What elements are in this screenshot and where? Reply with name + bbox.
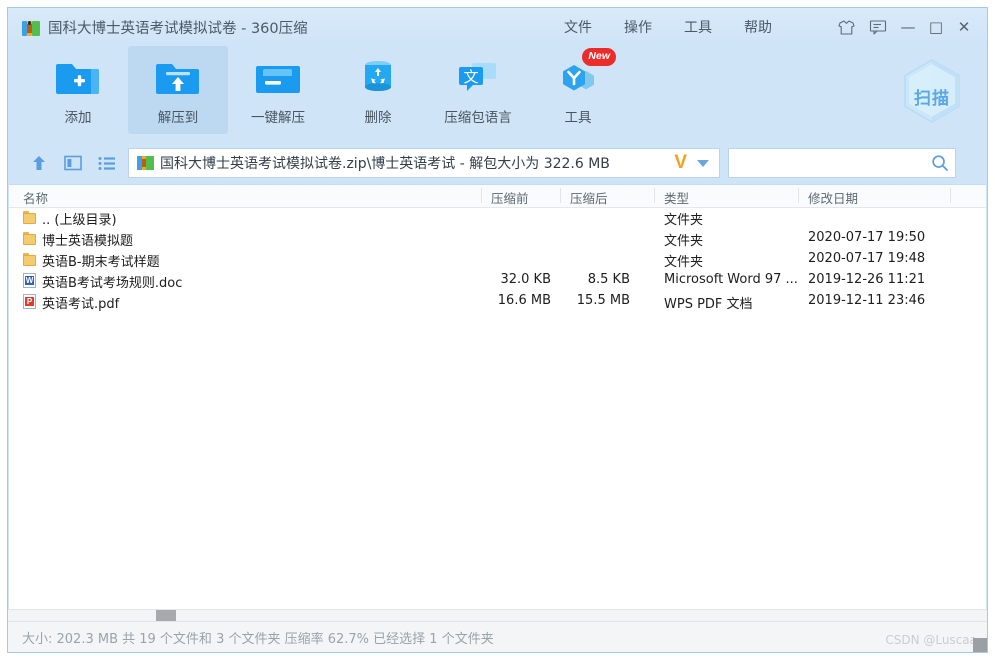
chevron-down-icon[interactable] bbox=[697, 159, 709, 167]
folder-icon bbox=[23, 211, 37, 224]
cell-type: 文件夹 bbox=[664, 213, 704, 228]
maximize-button[interactable]: □ bbox=[923, 13, 949, 41]
close-button[interactable]: ✕ bbox=[951, 13, 977, 41]
app-window: 国科大博士英语考试模拟试卷 - 360压缩 文件 操作 工具 帮助 — □ ✕ … bbox=[7, 7, 988, 653]
new-badge: New bbox=[582, 48, 616, 66]
column-modified[interactable]: 修改日期 bbox=[808, 188, 858, 207]
archive-book-icon bbox=[22, 19, 40, 36]
cell-name: 英语考试.pdf bbox=[42, 297, 120, 312]
word-icon: W bbox=[23, 273, 36, 288]
table-row[interactable]: P 英语考试.pdf 16.6 MB 15.5 MB WPS PDF 文档 20… bbox=[9, 292, 986, 312]
delete-button[interactable]: 删除 bbox=[328, 46, 428, 134]
extract-to-button[interactable]: 解压到 bbox=[128, 46, 228, 134]
up-arrow-icon[interactable] bbox=[26, 150, 52, 176]
cell-size-after: 15.5 MB bbox=[576, 293, 630, 308]
brand-mark: V bbox=[674, 152, 687, 173]
status-bar: 大小: 202.3 MB 共 19 个文件和 3 个文件夹 压缩率 62.7% … bbox=[8, 621, 987, 652]
list-view-icon[interactable] bbox=[94, 150, 120, 176]
cell-modified: 2020-07-17 19:48 bbox=[808, 251, 926, 266]
search-icon bbox=[932, 155, 948, 171]
tools-button-label: 工具 bbox=[564, 110, 592, 126]
title-left-group: 国科大博士英语考试模拟试卷 - 360压缩 bbox=[8, 17, 308, 38]
pdf-icon: P bbox=[23, 294, 36, 309]
menu-bar: 文件 操作 工具 帮助 bbox=[548, 8, 788, 46]
title-bar: 国科大博士英语考试模拟试卷 - 360压缩 文件 操作 工具 帮助 — □ ✕ bbox=[8, 8, 987, 46]
tools-button[interactable]: New 工具 bbox=[528, 46, 628, 134]
column-size-before[interactable]: 压缩前 bbox=[491, 188, 529, 207]
table-row[interactable]: 博士英语模拟题 文件夹 2020-07-17 19:50 bbox=[9, 229, 986, 249]
table-row[interactable]: 英语B-期末考试样题 文件夹 2020-07-17 19:48 bbox=[9, 250, 986, 270]
file-list-header: 名称 压缩前 压缩后 类型 修改日期 bbox=[9, 185, 986, 208]
column-name[interactable]: 名称 bbox=[23, 188, 48, 207]
table-row[interactable]: W 英语B考试考场规则.doc 32.0 KB 8.5 KB Microsoft… bbox=[9, 271, 986, 291]
add-button[interactable]: 添加 bbox=[28, 46, 128, 134]
title-bar-controls: — □ ✕ bbox=[831, 8, 977, 46]
cell-modified: 2020-07-17 19:50 bbox=[808, 230, 926, 245]
cell-name: 英语B考试考场规则.doc bbox=[42, 276, 183, 291]
cell-type: 文件夹 bbox=[664, 255, 704, 270]
folder-extract-icon bbox=[155, 54, 201, 102]
menu-help[interactable]: 帮助 bbox=[728, 13, 788, 41]
archive-language-button[interactable]: 文 压缩包语言 bbox=[428, 46, 528, 134]
window-title: 国科大博士英语考试模拟试卷 - 360压缩 bbox=[48, 20, 308, 37]
minimize-button[interactable]: — bbox=[895, 13, 921, 41]
menu-action[interactable]: 操作 bbox=[608, 13, 668, 41]
archive-language-label: 压缩包语言 bbox=[444, 110, 512, 126]
menu-tools[interactable]: 工具 bbox=[668, 13, 728, 41]
cell-size-after: 8.5 KB bbox=[587, 272, 630, 287]
status-text: 大小: 202.3 MB 共 19 个文件和 3 个文件夹 压缩率 62.7% … bbox=[22, 631, 494, 647]
cell-type: 文件夹 bbox=[664, 234, 704, 249]
address-path-text: 国科大博士英语考试模拟试卷.zip\博士英语考试 - 解包大小为 322.6 M… bbox=[160, 156, 610, 172]
svg-text:文: 文 bbox=[463, 68, 478, 86]
delete-button-label: 删除 bbox=[364, 110, 392, 126]
cell-type: WPS PDF 文档 bbox=[664, 297, 753, 312]
search-input[interactable] bbox=[737, 154, 931, 172]
folder-add-icon bbox=[55, 54, 101, 102]
folder-oneclick-icon bbox=[255, 54, 301, 102]
one-click-extract-button[interactable]: 一键解压 bbox=[228, 46, 328, 134]
cell-name: 英语B-期末考试样题 bbox=[42, 255, 160, 270]
search-box[interactable] bbox=[728, 148, 956, 178]
cell-modified: 2019-12-11 23:46 bbox=[808, 293, 926, 308]
translate-icon: 文 bbox=[456, 54, 500, 102]
cell-name: .. (上级目录) bbox=[42, 213, 117, 228]
scrollbar-thumb[interactable] bbox=[156, 610, 176, 621]
scan-button-label: 扫描 bbox=[914, 89, 950, 109]
feedback-icon[interactable] bbox=[863, 13, 893, 41]
address-bar: 国科大博士英语考试模拟试卷.zip\博士英语考试 - 解包大小为 322.6 M… bbox=[8, 142, 987, 184]
cell-modified: 2019-12-26 11:21 bbox=[808, 272, 926, 287]
preview-pane-icon[interactable] bbox=[60, 150, 86, 176]
trash-icon bbox=[358, 54, 398, 102]
folder-icon bbox=[23, 232, 37, 245]
column-size-after[interactable]: 压缩后 bbox=[570, 188, 608, 207]
toolbar: 添加 解压到 一键解压 删除 文 压缩包语言 New 工具 扫描 bbox=[8, 46, 987, 142]
file-list-rows: .. (上级目录) 文件夹 博士英语模拟题 文件夹 2020-07-17 19:… bbox=[9, 208, 986, 609]
scan-button[interactable]: 扫描 bbox=[895, 54, 969, 134]
add-button-label: 添加 bbox=[64, 110, 92, 126]
cell-type: Microsoft Word 97 ... bbox=[664, 272, 798, 287]
cell-name: 博士英语模拟题 bbox=[42, 234, 134, 249]
address-path-box[interactable]: 国科大博士英语考试模拟试卷.zip\博士英语考试 - 解包大小为 322.6 M… bbox=[128, 148, 720, 178]
file-list-panel: 名称 压缩前 压缩后 类型 修改日期 .. (上级目录) 文件夹 博士英语模拟题… bbox=[9, 184, 986, 609]
menu-file[interactable]: 文件 bbox=[548, 13, 608, 41]
archive-book-icon bbox=[137, 155, 154, 171]
one-click-extract-label: 一键解压 bbox=[251, 110, 305, 126]
table-row[interactable]: .. (上级目录) 文件夹 bbox=[9, 208, 986, 228]
tshirt-icon[interactable] bbox=[831, 13, 861, 41]
resize-grip[interactable] bbox=[973, 638, 987, 652]
horizontal-scrollbar[interactable] bbox=[8, 609, 987, 621]
column-type[interactable]: 类型 bbox=[664, 188, 689, 207]
watermark: CSDN @Luscaa bbox=[885, 633, 977, 647]
extract-to-button-label: 解压到 bbox=[157, 110, 199, 126]
folder-icon bbox=[23, 253, 37, 266]
